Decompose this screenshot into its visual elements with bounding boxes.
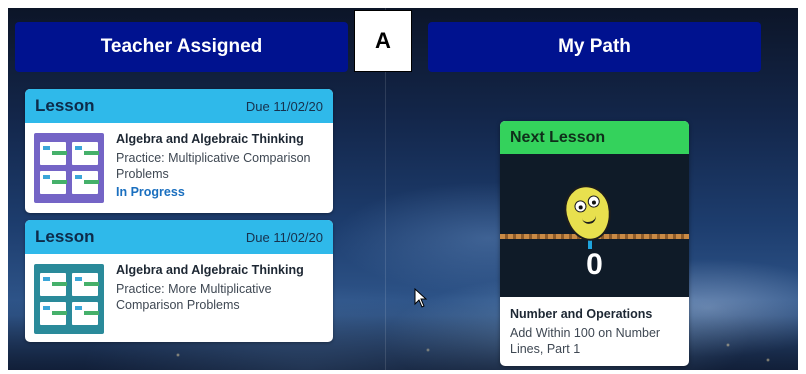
tab-teacher-assigned-label: Teacher Assigned	[100, 36, 263, 57]
lesson-subject: Algebra and Algebraic Thinking	[116, 263, 304, 277]
next-lesson-card[interactable]: Next Lesson 0 Number and Operations Add …	[500, 121, 689, 366]
thumbnail-panel	[40, 171, 67, 194]
next-lesson-header-label: Next Lesson	[510, 128, 606, 146]
lesson-card-body: Algebra and Algebraic Thinking Practice:…	[25, 123, 333, 213]
lesson-type-label: Lesson	[35, 227, 95, 246]
thumbnail-panel	[72, 171, 99, 194]
lesson-type-label: Lesson	[35, 96, 95, 115]
thumbnail-panel	[40, 302, 67, 325]
lesson-status: In Progress	[116, 185, 185, 199]
annotation-letter-box: A	[354, 10, 412, 72]
tab-teacher-assigned[interactable]: Teacher Assigned	[15, 22, 348, 72]
mascot-eye	[586, 194, 601, 209]
lesson-card-body: Algebra and Algebraic Thinking Practice:…	[25, 254, 333, 342]
lesson-card[interactable]: Lesson Due 11/02/20 Algebra and Algebrai…	[25, 89, 333, 213]
due-date: Due 11/02/20	[245, 229, 323, 245]
thumbnail-panel	[72, 302, 99, 325]
next-lesson-description: Add Within 100 on Number Lines, Part 1	[510, 326, 661, 356]
lesson-card-header: Lesson Due 11/02/20	[25, 89, 333, 123]
lesson-description: Practice: More Multiplicative Comparison…	[116, 282, 272, 312]
next-lesson-illustration: 0	[500, 154, 689, 297]
due-date: Due 11/02/20	[245, 98, 323, 114]
tab-my-path[interactable]: My Path	[428, 22, 761, 72]
thumbnail-panel	[40, 273, 67, 296]
lesson-description: Practice: Multiplicative Comparison Prob…	[116, 151, 311, 181]
thumbnail-panel	[72, 142, 99, 165]
tab-my-path-label: My Path	[558, 36, 631, 57]
lesson-card[interactable]: Lesson Due 11/02/20 Algebra and Algebrai…	[25, 220, 333, 342]
mascot-mouth	[581, 214, 598, 226]
thumbnail-panel	[40, 142, 67, 165]
thumbnail-panel	[72, 273, 99, 296]
background-space-scene: Teacher Assigned A My Path Lesson Due 11…	[8, 8, 798, 370]
lesson-thumbnail	[34, 133, 104, 203]
next-lesson-subject: Number and Operations	[510, 307, 653, 321]
mascot-eye	[573, 199, 588, 214]
number-line-value: 0	[586, 248, 603, 281]
lesson-thumbnail	[34, 264, 104, 334]
lesson-subject: Algebra and Algebraic Thinking	[116, 132, 304, 146]
mouse-pointer-icon	[414, 288, 428, 308]
next-lesson-text: Number and Operations Add Within 100 on …	[500, 297, 689, 357]
next-lesson-header: Next Lesson	[500, 121, 689, 154]
annotation-letter: A	[375, 28, 391, 53]
lesson-card-text: Algebra and Algebraic Thinking Practice:…	[116, 263, 325, 313]
lesson-card-header: Lesson Due 11/02/20	[25, 220, 333, 254]
lesson-card-text: Algebra and Algebraic Thinking Practice:…	[116, 132, 325, 199]
